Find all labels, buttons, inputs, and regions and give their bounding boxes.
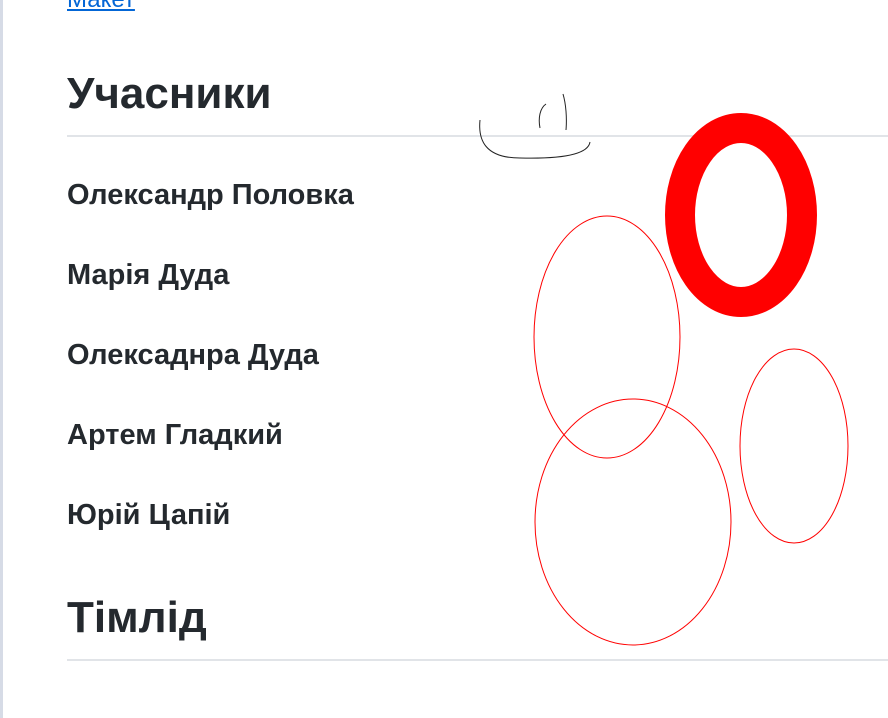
- red-ellipse: [533, 215, 681, 459]
- annotation-layer: [479, 93, 849, 646]
- thick-red-ring: [665, 113, 817, 317]
- red-ellipse: [739, 348, 849, 544]
- sketch-mark: [479, 93, 591, 159]
